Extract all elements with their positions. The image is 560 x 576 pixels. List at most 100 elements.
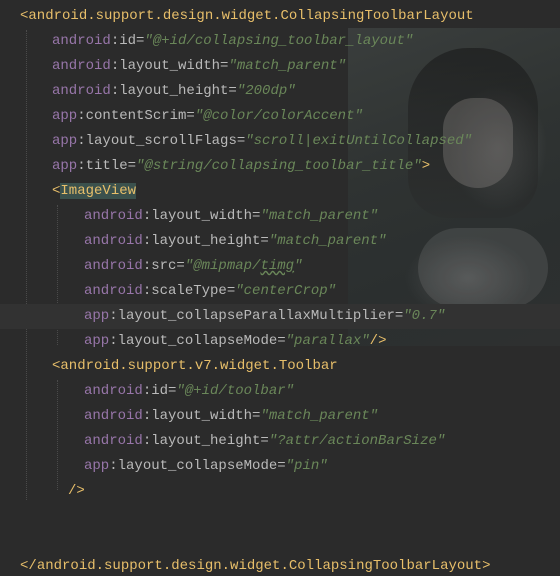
code-attribute-value: "parallax" xyxy=(285,333,370,349)
code-attribute-namespace: app xyxy=(84,458,110,474)
code-attribute-namespace: android xyxy=(84,283,143,299)
code-attribute-name: :layout_scrollFlags= xyxy=(77,133,246,149)
code-line-content: android:layout_height="match_parent" xyxy=(84,229,386,254)
code-attribute-name: :scaleType= xyxy=(142,283,236,299)
code-attribute-name: :title= xyxy=(77,158,137,174)
code-line[interactable]: app:layout_collapseMode="parallax"/> xyxy=(0,329,560,354)
code-attribute-name: :layout_height= xyxy=(142,433,269,449)
code-attribute-namespace: android xyxy=(84,408,143,424)
code-attribute-value: "match_parent" xyxy=(228,58,347,74)
code-line[interactable]: app:contentScrim="@color/colorAccent" xyxy=(0,104,560,129)
code-attribute-name: :src= xyxy=(142,258,185,274)
code-line[interactable]: android:src="@mipmap/timg" xyxy=(0,254,560,279)
code-line-content: <ImageView xyxy=(52,179,137,204)
code-line-content: android:layout_height="200dp" xyxy=(52,79,296,104)
code-attribute-value: "match_parent" xyxy=(260,408,379,424)
code-line[interactable]: app:title="@string/collapsing_toolbar_ti… xyxy=(0,154,560,179)
code-line[interactable]: android:layout_width="match_parent" xyxy=(0,404,560,429)
code-line[interactable]: android:layout_height="?attr/actionBarSi… xyxy=(0,429,560,454)
code-line-content: android:id="@+id/toolbar" xyxy=(84,379,294,404)
code-attribute-namespace: app xyxy=(84,308,110,324)
code-line[interactable]: android:id="@+id/collapsing_toolbar_layo… xyxy=(0,29,560,54)
code-attribute-value: "0.7" xyxy=(403,308,446,324)
code-line-content: app:layout_collapseMode="parallax"/> xyxy=(84,329,386,354)
code-attribute-namespace: app xyxy=(84,333,110,349)
code-line-content: android:scaleType="centerCrop" xyxy=(84,279,336,304)
code-attribute-value: "@mipmap/ xyxy=(184,258,261,274)
code-editor[interactable]: <android.support.design.widget.Collapsin… xyxy=(0,0,560,576)
code-line[interactable]: android:layout_width="match_parent" xyxy=(0,204,560,229)
code-attribute-namespace: android xyxy=(84,433,143,449)
code-bracket: > xyxy=(421,158,431,174)
code-line-content: android:layout_height="?attr/actionBarSi… xyxy=(84,429,445,454)
code-bracket: </ xyxy=(20,558,37,574)
code-attribute-value: "match_parent" xyxy=(260,208,379,224)
code-attribute-name: :layout_width= xyxy=(142,408,261,424)
code-attribute-value: "pin" xyxy=(285,458,328,474)
code-line[interactable]: app:layout_scrollFlags="scroll|exitUntil… xyxy=(0,129,560,154)
code-bracket: /> xyxy=(68,483,85,499)
code-line-content: app:title="@string/collapsing_toolbar_ti… xyxy=(52,154,430,179)
code-attribute-name: :layout_height= xyxy=(142,233,269,249)
code-line-content: android:layout_width="match_parent" xyxy=(84,404,378,429)
code-attribute-namespace: android xyxy=(84,383,143,399)
code-line-content: app:contentScrim="@color/colorAccent" xyxy=(52,104,363,129)
code-tag-name: android.support.v7.widget.Toolbar xyxy=(60,358,338,374)
code-line-content: /> xyxy=(68,479,85,504)
code-line[interactable]: <ImageView xyxy=(0,179,560,204)
code-line[interactable] xyxy=(0,529,560,554)
code-attribute-namespace: android xyxy=(84,233,143,249)
code-attribute-value: "@+id/toolbar" xyxy=(176,383,295,399)
code-line[interactable]: android:layout_height="200dp" xyxy=(0,79,560,104)
code-attribute-namespace: app xyxy=(52,158,78,174)
code-line-content: android:id="@+id/collapsing_toolbar_layo… xyxy=(52,29,413,54)
code-attribute-name: :id= xyxy=(110,33,145,49)
code-attribute-name: :layout_width= xyxy=(110,58,229,74)
code-line[interactable]: android:layout_width="match_parent" xyxy=(0,54,560,79)
code-bracket: > xyxy=(482,558,491,574)
code-attribute-namespace: android xyxy=(52,83,111,99)
code-attribute-value: "?attr/actionBarSize" xyxy=(268,433,446,449)
code-line-content: <android.support.design.widget.Collapsin… xyxy=(20,4,474,29)
code-line-content: android:layout_width="match_parent" xyxy=(52,54,346,79)
code-line[interactable]: </android.support.design.widget.Collapsi… xyxy=(0,554,560,576)
code-attribute-value: "match_parent" xyxy=(268,233,387,249)
code-attribute-value: "scroll|exitUntilCollapsed" xyxy=(245,133,473,149)
code-line-current[interactable]: app:layout_collapseParallaxMultiplier="0… xyxy=(0,304,560,329)
code-attribute-name: :layout_collapseParallaxMultiplier= xyxy=(109,308,404,324)
code-attribute-name: :layout_collapseMode= xyxy=(109,458,286,474)
code-attribute-namespace: android xyxy=(52,58,111,74)
code-line[interactable]: android:layout_height="match_parent" xyxy=(0,229,560,254)
code-line-content: app:layout_collapseMode="pin" xyxy=(84,454,328,479)
code-line[interactable]: android:id="@+id/toolbar" xyxy=(0,379,560,404)
code-line-content: </android.support.design.widget.Collapsi… xyxy=(20,554,491,576)
code-line-content: <android.support.v7.widget.Toolbar xyxy=(52,354,338,379)
code-line[interactable]: /> xyxy=(0,479,560,504)
code-attribute-value: "@+id/collapsing_toolbar_layout" xyxy=(144,33,414,49)
code-line[interactable]: <android.support.design.widget.Collapsin… xyxy=(0,4,560,29)
code-line[interactable]: <android.support.v7.widget.Toolbar xyxy=(0,354,560,379)
code-attribute-name: :layout_collapseMode= xyxy=(109,333,286,349)
code-attribute-name: :layout_width= xyxy=(142,208,261,224)
code-line-content: app:layout_collapseParallaxMultiplier="0… xyxy=(84,304,445,329)
code-attribute-value: "200dp" xyxy=(236,83,296,99)
code-bracket: /> xyxy=(369,333,387,349)
code-line[interactable]: android:scaleType="centerCrop" xyxy=(0,279,560,304)
code-attribute-value: " xyxy=(294,258,303,274)
code-tag-name: android.support.design.widget.Collapsing… xyxy=(28,8,474,24)
code-attribute-value: timg xyxy=(260,258,295,274)
code-attribute-value: "@color/colorAccent" xyxy=(194,108,363,124)
code-tag-name: android.support.design.widget.Collapsing… xyxy=(36,558,483,574)
code-line-content: android:src="@mipmap/timg" xyxy=(84,254,302,279)
code-attribute-value: "centerCrop" xyxy=(235,283,337,299)
code-attribute-name: :id= xyxy=(142,383,177,399)
code-attribute-namespace: app xyxy=(52,108,78,124)
code-attribute-namespace: android xyxy=(84,258,143,274)
code-line-content: android:layout_width="match_parent" xyxy=(84,204,378,229)
code-line[interactable] xyxy=(0,504,560,529)
code-attribute-namespace: android xyxy=(84,208,143,224)
code-line[interactable]: app:layout_collapseMode="pin" xyxy=(0,454,560,479)
code-attribute-name: :contentScrim= xyxy=(77,108,195,124)
code-attribute-namespace: android xyxy=(52,33,111,49)
code-line-content: app:layout_scrollFlags="scroll|exitUntil… xyxy=(52,129,472,154)
